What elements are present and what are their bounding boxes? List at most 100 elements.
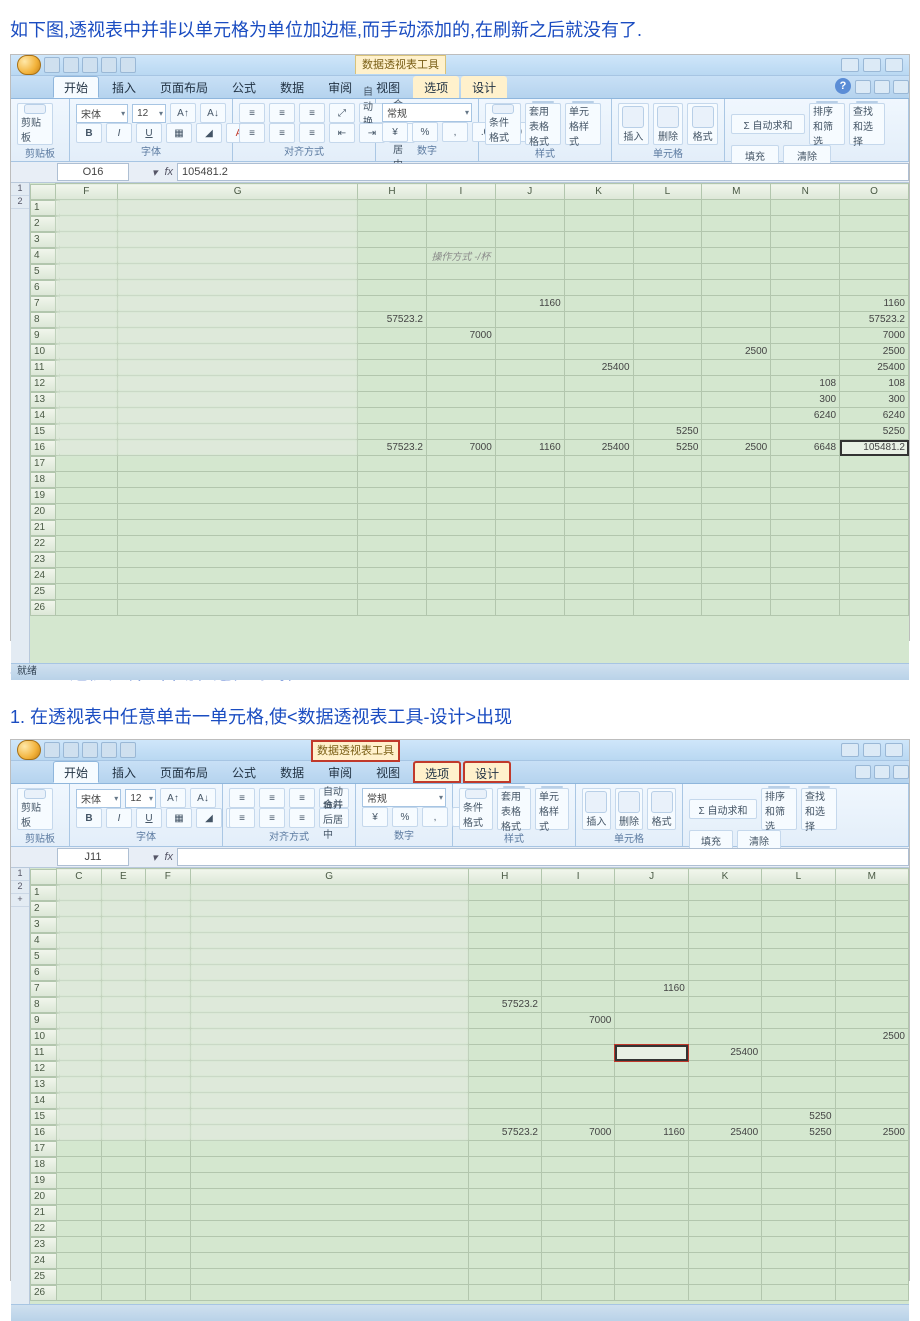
cell-C15[interactable]: [57, 1109, 101, 1125]
outline-bar-2[interactable]: 12+: [11, 868, 30, 1304]
cell-M13[interactable]: [835, 1077, 908, 1093]
cell-E5[interactable]: [101, 949, 145, 965]
cell-F22[interactable]: [146, 1221, 190, 1237]
cell-K21[interactable]: [688, 1205, 761, 1221]
cell-F10[interactable]: [55, 344, 118, 360]
cell-G23[interactable]: [118, 552, 358, 568]
cell-K6[interactable]: [688, 965, 761, 981]
cell-I13[interactable]: [426, 392, 495, 408]
increase-font-icon[interactable]: A↑: [170, 103, 196, 123]
cell-L17[interactable]: [633, 456, 702, 472]
cell-J14[interactable]: [615, 1093, 688, 1109]
cell-L22[interactable]: [633, 536, 702, 552]
tab-design-highlight[interactable]: 设计: [463, 761, 511, 783]
col-header-K[interactable]: K: [688, 869, 761, 885]
cell-G16[interactable]: [118, 440, 358, 456]
tab-review-2[interactable]: 审阅: [317, 761, 363, 783]
cell-L24[interactable]: [633, 568, 702, 584]
cell-E16[interactable]: [101, 1125, 145, 1141]
cell-I16[interactable]: 7000: [541, 1125, 614, 1141]
row-header-18[interactable]: 18: [30, 1157, 60, 1173]
cell-F16[interactable]: [55, 440, 118, 456]
cell-M22[interactable]: [702, 536, 771, 552]
cell-F12[interactable]: [55, 376, 118, 392]
cell-J26[interactable]: [615, 1285, 688, 1301]
cell-I18[interactable]: [541, 1157, 614, 1173]
tab-review[interactable]: 审阅: [317, 76, 363, 98]
tab-formula-2[interactable]: 公式: [221, 761, 267, 783]
cell-G7[interactable]: [190, 981, 468, 997]
cell-J7[interactable]: 1160: [615, 981, 688, 997]
clear-button[interactable]: 清除: [783, 145, 831, 165]
currency-2[interactable]: ¥: [362, 807, 388, 827]
cell-E22[interactable]: [101, 1221, 145, 1237]
col-header-O[interactable]: O: [840, 184, 909, 200]
cell-N21[interactable]: [771, 520, 840, 536]
cond-format-button-2[interactable]: 条件格式: [459, 788, 493, 830]
cell-K5[interactable]: [564, 264, 633, 280]
cell-M2[interactable]: [702, 216, 771, 232]
col-header-M[interactable]: M: [702, 184, 771, 200]
cell-G3[interactable]: [190, 917, 468, 933]
cell-N19[interactable]: [771, 488, 840, 504]
align-l-2[interactable]: ≡: [229, 808, 255, 828]
cell-J17[interactable]: [495, 456, 564, 472]
cell-K15[interactable]: [564, 424, 633, 440]
paste-button[interactable]: 剪贴板: [17, 103, 53, 145]
row-header-13[interactable]: 13: [30, 1077, 60, 1093]
row-header-17[interactable]: 17: [30, 1141, 60, 1157]
cell-H13[interactable]: [468, 1077, 541, 1093]
cell-M24[interactable]: [835, 1253, 908, 1269]
col-header-H[interactable]: H: [468, 869, 541, 885]
cell-E7[interactable]: [101, 981, 145, 997]
cell-C6[interactable]: [57, 965, 101, 981]
font-size-select[interactable]: 12: [132, 104, 166, 123]
cell-J23[interactable]: [495, 552, 564, 568]
cell-K4[interactable]: [564, 248, 633, 264]
cell-I10[interactable]: [541, 1029, 614, 1045]
cell-J14[interactable]: [495, 408, 564, 424]
cell-G8[interactable]: [118, 312, 358, 328]
cell-H2[interactable]: [468, 901, 541, 917]
tab-home[interactable]: 开始: [53, 76, 99, 98]
cell-G21[interactable]: [190, 1205, 468, 1221]
cell-L6[interactable]: [633, 280, 702, 296]
cell-C11[interactable]: [57, 1045, 101, 1061]
cell-E12[interactable]: [101, 1061, 145, 1077]
cell-C25[interactable]: [57, 1269, 101, 1285]
cell-L26[interactable]: [633, 600, 702, 616]
cell-M3[interactable]: [835, 917, 908, 933]
delete-button-2[interactable]: 删除: [615, 788, 644, 830]
cell-F24[interactable]: [55, 568, 118, 584]
cell-F25[interactable]: [146, 1269, 190, 1285]
cell-E1[interactable]: [101, 885, 145, 901]
cell-M13[interactable]: [702, 392, 771, 408]
cell-E11[interactable]: [101, 1045, 145, 1061]
cell-M6[interactable]: [835, 965, 908, 981]
qat-redo-icon[interactable]: [82, 57, 98, 73]
align-top-icon[interactable]: ≡: [239, 103, 265, 123]
cell-E3[interactable]: [101, 917, 145, 933]
cell-G20[interactable]: [190, 1189, 468, 1205]
cell-H12[interactable]: [358, 376, 427, 392]
cell-H7[interactable]: [358, 296, 427, 312]
cell-I8[interactable]: [541, 997, 614, 1013]
cell-K13[interactable]: [688, 1077, 761, 1093]
cell-F11[interactable]: [146, 1045, 190, 1061]
cell-O8[interactable]: 57523.2: [840, 312, 909, 328]
cell-L13[interactable]: [633, 392, 702, 408]
cell-F17[interactable]: [146, 1141, 190, 1157]
cell-C12[interactable]: [57, 1061, 101, 1077]
cell-I11[interactable]: [541, 1045, 614, 1061]
cell-K8[interactable]: [564, 312, 633, 328]
cell-C3[interactable]: [57, 917, 101, 933]
cell-L16[interactable]: 5250: [633, 440, 702, 456]
cell-I18[interactable]: [426, 472, 495, 488]
cell-I21[interactable]: [541, 1205, 614, 1221]
cell-H25[interactable]: [468, 1269, 541, 1285]
cell-I17[interactable]: [426, 456, 495, 472]
cell-J9[interactable]: [495, 328, 564, 344]
cell-J11[interactable]: [615, 1045, 688, 1061]
cell-I12[interactable]: [426, 376, 495, 392]
cell-F15[interactable]: [55, 424, 118, 440]
